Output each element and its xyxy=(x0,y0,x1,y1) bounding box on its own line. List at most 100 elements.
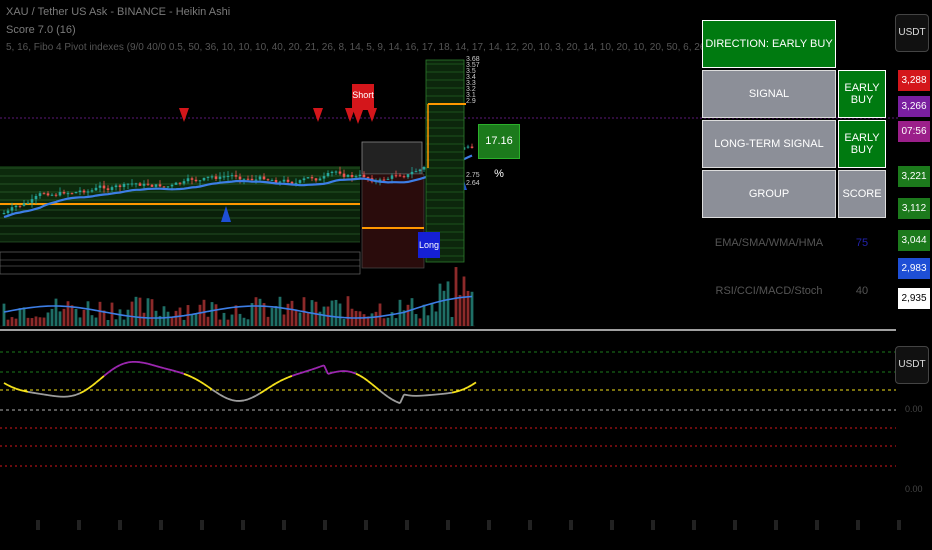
oscillator-segment xyxy=(47,394,53,397)
zone-box xyxy=(0,251,361,275)
candle-body xyxy=(50,194,54,196)
oscillator-segment xyxy=(107,369,113,374)
candle-body xyxy=(358,174,362,177)
volume-bar xyxy=(222,312,226,326)
volume-bar xyxy=(82,309,86,326)
candle-body xyxy=(114,185,118,188)
candle-body xyxy=(130,183,134,185)
long-term-signal-label-cell: LONG-TERM SIGNAL xyxy=(702,120,836,168)
volume-bar xyxy=(134,296,138,326)
volume-bar xyxy=(418,318,422,326)
range-box xyxy=(361,141,423,175)
oscillator-segment xyxy=(3,382,9,387)
oscillator-segment xyxy=(51,394,57,398)
oscillator-segment xyxy=(103,372,109,377)
volume-bar xyxy=(126,309,130,326)
volume-bar xyxy=(374,311,378,326)
oscillator-segment xyxy=(35,392,41,395)
price-axis-label: 3,288 xyxy=(898,70,930,91)
volume-bar xyxy=(58,311,62,326)
time-axis-tick xyxy=(282,520,286,530)
group-name-cell: RSI/CCI/MACD/Stoch xyxy=(702,268,836,314)
volume-bar xyxy=(210,302,214,326)
volume-bar xyxy=(118,309,122,326)
oscillator-segment xyxy=(159,366,165,370)
volume-ma-line xyxy=(3,295,473,319)
time-axis-tick xyxy=(815,520,819,530)
volume-bar xyxy=(286,303,290,326)
oscillator-panel xyxy=(0,351,901,530)
oscillator-segment xyxy=(307,368,313,372)
volume-bar xyxy=(338,303,342,326)
volume-bar xyxy=(382,318,386,326)
candle-body xyxy=(322,176,326,179)
currency-button[interactable]: USDT xyxy=(895,14,929,52)
volume-bar xyxy=(182,319,186,326)
oscillator-segment xyxy=(315,365,321,369)
volume-bar xyxy=(74,308,78,326)
oscillator-segment xyxy=(179,371,185,375)
price-axis-label: 07:56 xyxy=(898,121,930,142)
oscillator-segment xyxy=(199,380,205,385)
oscillator-segment xyxy=(27,390,33,394)
candle-body xyxy=(210,176,214,178)
volume-bar xyxy=(394,318,398,326)
oscillator-segment xyxy=(19,389,25,392)
oscillator-segment xyxy=(191,376,197,380)
candle-body xyxy=(78,190,82,193)
volume-bar xyxy=(438,283,442,326)
oscillator-segment xyxy=(287,375,293,379)
oscillator-segment xyxy=(83,387,89,392)
oscillator-segment xyxy=(255,392,261,397)
time-axis-tick xyxy=(405,520,409,530)
volume-bar xyxy=(218,319,222,326)
volume-bar xyxy=(238,313,242,326)
candle-body xyxy=(118,185,122,187)
oscillator-segment xyxy=(75,392,81,396)
candle-body xyxy=(166,186,170,188)
time-axis-tick xyxy=(897,520,901,530)
oscillator-segment xyxy=(95,378,101,384)
volume-bar xyxy=(446,281,450,326)
oscillator-segment xyxy=(463,386,469,390)
candle-body xyxy=(178,182,182,184)
oscillator-segment xyxy=(399,394,405,404)
volume-bar xyxy=(146,298,150,326)
candle-body xyxy=(98,185,102,188)
range-box xyxy=(361,173,425,269)
oscillator-segment xyxy=(367,380,373,385)
oscillator-segment xyxy=(187,374,193,378)
oscillator-currency-button[interactable]: USDT xyxy=(895,346,929,384)
oscillator-segment xyxy=(99,375,105,380)
oscillator-segment xyxy=(291,373,297,377)
candle-body xyxy=(226,175,230,177)
candle-body xyxy=(306,177,310,179)
score-header-cell: SCORE xyxy=(838,170,886,218)
oscillator-segment xyxy=(335,370,341,373)
candle-body xyxy=(338,171,342,174)
oscillator-segment xyxy=(127,360,133,364)
oscillator-segment xyxy=(139,361,145,364)
volume-bar xyxy=(242,317,246,326)
candle-body xyxy=(414,171,418,173)
volume-bar xyxy=(122,319,126,326)
oscillator-segment xyxy=(79,390,85,395)
oscillator-segment xyxy=(143,362,149,365)
volume-bar xyxy=(194,314,198,326)
candle-body xyxy=(58,192,62,196)
volume-bar xyxy=(2,303,6,326)
group-score-cell: 75 xyxy=(838,220,886,266)
oscillator-segment xyxy=(215,391,221,396)
candle-body xyxy=(342,173,346,177)
time-axis-tick xyxy=(118,520,122,530)
oscillator-segment xyxy=(471,381,477,386)
oscillator-segment xyxy=(331,370,337,374)
volume-bar xyxy=(26,317,30,326)
candle-body xyxy=(386,178,390,180)
volume-bar xyxy=(414,314,418,326)
time-axis-tick xyxy=(364,520,368,530)
oscillator-segment xyxy=(451,390,457,394)
candle-body xyxy=(346,175,350,177)
volume-bar xyxy=(270,307,274,326)
oscillator-segment xyxy=(171,369,177,373)
